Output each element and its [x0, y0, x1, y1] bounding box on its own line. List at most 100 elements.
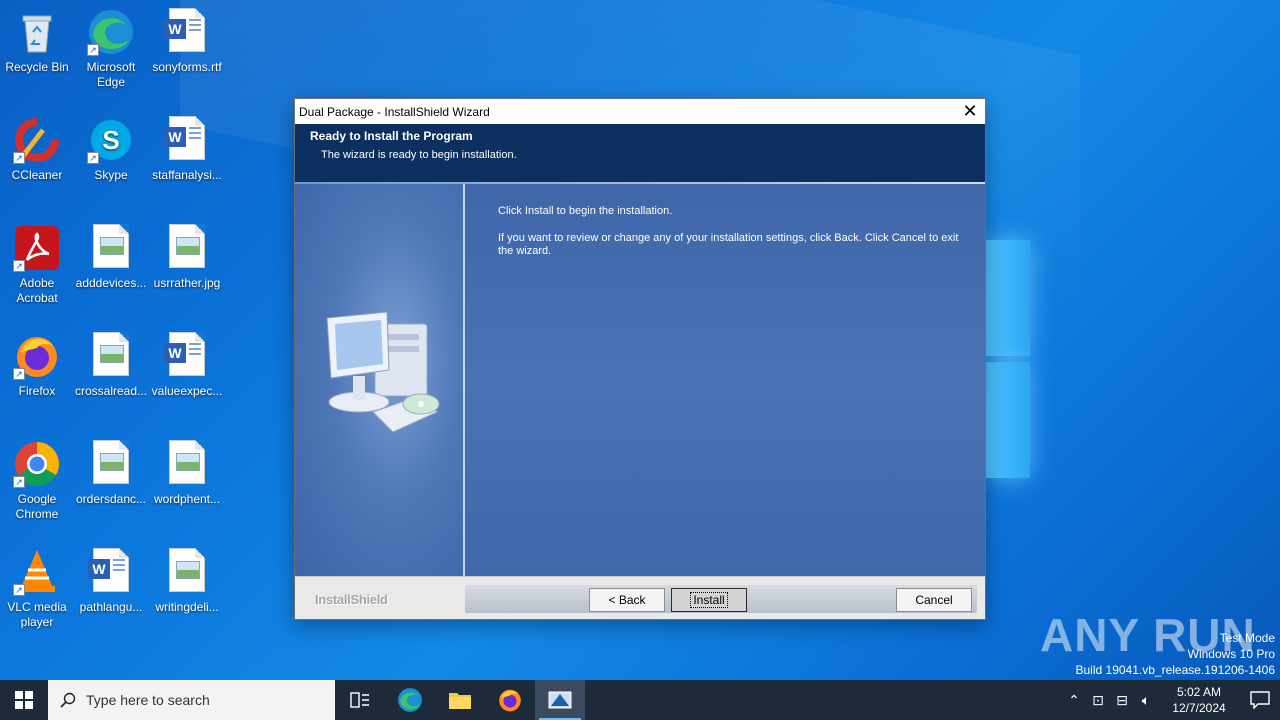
desktop-icon-recycle-bin[interactable]: Recycle Bin: [0, 8, 74, 75]
desktop-icon-valueexpec[interactable]: W valueexpec...: [150, 332, 224, 399]
notification-button[interactable]: [1240, 691, 1280, 709]
taskbar-search-box[interactable]: Type here to search: [48, 680, 335, 720]
cancel-button[interactable]: Cancel: [896, 588, 972, 612]
skype-icon: S ↗: [87, 116, 135, 164]
install-button[interactable]: Install: [671, 588, 747, 612]
search-icon: [60, 692, 76, 708]
image-file-icon: [87, 224, 135, 272]
system-tray: ⌃ ⊡ ⊟ 🔈︎ 5:02 AM 12/7/2024: [1062, 680, 1280, 720]
task-view-button[interactable]: [335, 680, 385, 720]
search-placeholder: Type here to search: [86, 692, 210, 708]
desktop-icon-adobe-acrobat[interactable]: ↗ Adobe Acrobat: [0, 224, 74, 306]
desktop-icon-label: CCleaner: [11, 168, 63, 182]
network-adapter-icon[interactable]: ⊡: [1086, 692, 1110, 709]
desktop-icon-label: Skype: [94, 168, 128, 182]
firefox-icon: [499, 689, 521, 712]
desktop-icon-skype[interactable]: S ↗ Skype: [74, 116, 148, 183]
desktop-icon-google-chrome[interactable]: ↗ Google Chrome: [0, 440, 74, 522]
windows-edition-line: Windows 10 Pro: [1187, 647, 1275, 661]
desktop-icon-label: Google Chrome: [15, 492, 59, 521]
taskbar: Type here to search ⌃ ⊡ ⊟ 🔈︎ 5:02 AM 12/…: [0, 680, 1280, 720]
desktop-icon-label: Microsoft Edge: [86, 60, 136, 89]
desktop-icon-wordphent[interactable]: wordphent...: [150, 440, 224, 507]
clock-date: 12/7/2024: [1172, 701, 1226, 715]
chrome-icon: ↗: [13, 440, 61, 488]
adobe-acrobat-icon: ↗: [13, 224, 61, 272]
desktop-icon-ordersdanc[interactable]: ordersdanc...: [74, 440, 148, 507]
volume-icon[interactable]: 🔈︎: [1134, 692, 1158, 709]
desktop-icon-usrrather[interactable]: usrrather.jpg: [150, 224, 224, 291]
taskbar-file-explorer-button[interactable]: [435, 680, 485, 720]
dialog-title: Dual Package - InstallShield Wizard: [299, 104, 490, 119]
image-file-icon: [163, 440, 211, 488]
edge-icon: ↗: [87, 8, 135, 56]
task-view-icon: [350, 692, 369, 708]
desktop-icon-label: Adobe Acrobat: [16, 276, 58, 305]
desktop-icon-firefox[interactable]: ↗ Firefox: [0, 332, 74, 399]
dialog-titlebar[interactable]: Dual Package - InstallShield Wizard ✕: [295, 99, 985, 124]
installshield-dialog: Dual Package - InstallShield Wizard ✕ Re…: [294, 98, 986, 620]
desktop-icon-label: usrrather.jpg: [153, 276, 221, 290]
dialog-body: Click Install to begin the installation.…: [295, 184, 985, 576]
network-icon[interactable]: ⊟: [1110, 692, 1134, 709]
desktop-icon-label: valueexpec...: [151, 384, 223, 398]
desktop-icon-label: staffanalysi...: [152, 168, 222, 182]
desktop-icon-label: Recycle Bin: [5, 60, 69, 74]
taskbar-firefox-button[interactable]: [485, 680, 535, 720]
build-line: Build 19041.vb_release.191206-1406: [1075, 663, 1276, 677]
dialog-heading: Ready to Install the Program: [310, 129, 473, 143]
desktop-icon-adddevices[interactable]: adddevices...: [74, 224, 148, 291]
desktop-icon-label: crossalread...: [74, 384, 148, 398]
image-file-icon: [163, 224, 211, 272]
desktop-icon-label: wordphent...: [153, 492, 221, 506]
word-document-icon: W: [163, 8, 211, 56]
clock-time: 5:02 AM: [1176, 685, 1222, 699]
desktop-icon-label: writingdeli...: [155, 600, 219, 614]
desktop-icon-label: VLC media player: [7, 600, 67, 629]
taskbar-clock[interactable]: 5:02 AM 12/7/2024: [1166, 684, 1232, 716]
image-file-icon: [163, 548, 211, 596]
firefox-icon: ↗: [13, 332, 61, 380]
install-description: If you want to review or change any of y…: [498, 232, 959, 257]
image-file-icon: [87, 332, 135, 380]
dialog-header: Ready to Install the Program The wizard …: [295, 124, 985, 182]
desktop-icon-ccleaner[interactable]: ↗ CCleaner: [0, 116, 74, 183]
install-button-label: Install: [690, 592, 728, 608]
start-button[interactable]: [0, 680, 48, 720]
recycle-bin-icon: [13, 8, 61, 56]
desktop-icon-vlc[interactable]: ↗ VLC media player: [0, 548, 74, 630]
desktop-icon-label: sonyforms.rtf: [152, 60, 222, 74]
desktop-icon-writingdeli[interactable]: writingdeli...: [150, 548, 224, 615]
word-document-icon: W: [87, 548, 135, 596]
desktop-icon-pathlangu[interactable]: W pathlangu...: [74, 548, 148, 615]
wizard-side-panel: [295, 184, 465, 576]
install-instruction: Click Install to begin the installation.: [498, 205, 673, 217]
back-button[interactable]: < Back: [589, 588, 665, 612]
desktop-icon-microsoft-edge[interactable]: ↗ Microsoft Edge: [74, 8, 148, 90]
notification-icon: [1250, 691, 1270, 709]
desktop-icon-label: Firefox: [18, 384, 56, 398]
chevron-up-icon[interactable]: ⌃: [1062, 692, 1086, 709]
edge-icon: [398, 688, 422, 712]
taskbar-edge-button[interactable]: [385, 680, 435, 720]
test-mode-line: Test Mode: [1219, 631, 1275, 645]
taskbar-installer-button[interactable]: [535, 680, 585, 720]
vlc-icon: ↗: [13, 548, 61, 596]
windows-logo-background: [986, 240, 1030, 480]
image-file-icon: [87, 440, 135, 488]
desktop-icon-label: adddevices...: [75, 276, 147, 290]
desktop-icon-crossalread[interactable]: crossalread...: [74, 332, 148, 399]
close-icon[interactable]: ✕: [955, 99, 985, 124]
computer-install-icon: [323, 311, 443, 442]
desktop-icon-label: pathlangu...: [79, 600, 143, 614]
installer-icon: [548, 691, 572, 709]
desktop-icon-label: ordersdanc...: [75, 492, 147, 506]
installshield-brand: InstallShield: [315, 592, 388, 607]
dialog-subheading: The wizard is ready to begin installatio…: [321, 149, 517, 161]
test-mode-info: Test Mode Windows 10 Pro Build 19041.vb_…: [1076, 630, 1276, 678]
desktop-icon-sonyforms[interactable]: W sonyforms.rtf: [150, 8, 224, 75]
word-document-icon: W: [163, 332, 211, 380]
desktop-icon-staffanalysi[interactable]: W staffanalysi...: [150, 116, 224, 183]
dialog-footer: InstallShield < Back Install Cancel: [295, 576, 985, 619]
word-document-icon: W: [163, 116, 211, 164]
